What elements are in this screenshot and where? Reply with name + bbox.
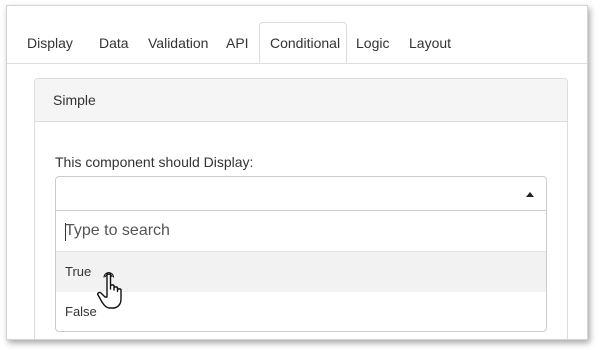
search-input[interactable] [56, 211, 546, 252]
tab-layout[interactable]: Layout [409, 23, 451, 63]
display-condition-select[interactable] [55, 176, 547, 211]
tab-logic[interactable]: Logic [356, 23, 389, 63]
tab-validation[interactable]: Validation [148, 23, 208, 63]
display-condition-label: This component should Display: [55, 154, 254, 170]
tab-api[interactable]: API [226, 23, 249, 63]
component-settings-dialog: Display Data Validation API Conditional … [6, 5, 588, 340]
panel-title: Simple [35, 79, 567, 122]
text-caret [65, 223, 66, 241]
hand-pointer-icon [97, 272, 122, 309]
tab-conditional[interactable]: Conditional [259, 22, 347, 63]
tab-display[interactable]: Display [27, 23, 73, 63]
tab-data[interactable]: Data [99, 23, 129, 63]
caret-up-icon [526, 192, 534, 197]
settings-tabs: Display Data Validation API Conditional … [7, 22, 587, 64]
